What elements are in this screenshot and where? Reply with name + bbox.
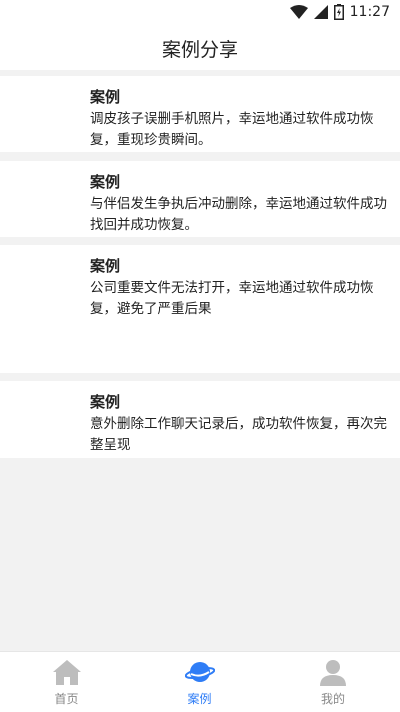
- page-title: 案例分享: [161, 39, 238, 61]
- bottom-tab-bar: 首页 案例 我的: [0, 651, 400, 712]
- status-bar: 11:27: [0, 0, 400, 24]
- wifi-icon: [289, 5, 308, 19]
- tab-profile-label: 我的: [320, 692, 345, 706]
- tab-cases[interactable]: 案例: [133, 652, 266, 712]
- case-card[interactable]: 案例 意外删除工作聊天记录后，成功软件恢复，再次完整呈现: [0, 381, 400, 458]
- tab-cases-label: 案例: [187, 692, 212, 706]
- case-title: 案例: [90, 393, 121, 411]
- status-time: 11:27: [349, 4, 390, 20]
- case-description: 公司重要文件无法打开，幸运地通过软件成功恢复，避免了严重后果: [90, 280, 374, 317]
- home-icon: [52, 660, 81, 685]
- case-card[interactable]: 案例 公司重要文件无法打开，幸运地通过软件成功恢复，避免了严重后果: [0, 245, 400, 373]
- case-card[interactable]: 案例 调皮孩子误删手机照片，幸运地通过软件成功恢复，重现珍贵瞬间。: [0, 76, 400, 152]
- case-title: 案例: [90, 173, 121, 191]
- status-icons: 11:27: [289, 3, 390, 21]
- tab-home-label: 首页: [54, 692, 79, 706]
- tab-home[interactable]: 首页: [0, 652, 133, 712]
- case-title: 案例: [90, 88, 121, 106]
- tab-profile[interactable]: 我的: [266, 652, 400, 712]
- planet-icon: [184, 662, 215, 682]
- case-title: 案例: [90, 257, 121, 275]
- case-description: 与伴侣发生争执后冲动删除，幸运地通过软件成功找回并成功恢复。: [90, 196, 387, 233]
- case-description: 调皮孩子误删手机照片，幸运地通过软件成功恢复，重现珍贵瞬间。: [90, 111, 374, 148]
- case-description: 意外删除工作聊天记录后，成功软件恢复，再次完整呈现: [90, 416, 387, 453]
- user-icon: [320, 660, 346, 686]
- case-card[interactable]: 案例 与伴侣发生争执后冲动删除，幸运地通过软件成功找回并成功恢复。: [0, 161, 400, 237]
- battery-icon: [333, 4, 344, 20]
- signal-icon: [313, 5, 328, 19]
- header: 案例分享: [0, 24, 400, 70]
